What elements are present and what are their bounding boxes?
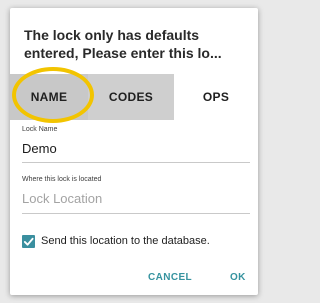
tab-bar: NAME CODES OPS: [10, 74, 258, 120]
dialog-actions: CANCEL OK: [10, 272, 258, 288]
send-location-label: Send this location to the database.: [41, 235, 210, 247]
tab-name[interactable]: NAME: [10, 74, 88, 120]
dialog-title: The lock only has defaults entered, Plea…: [24, 26, 252, 62]
tab-codes[interactable]: CODES: [88, 74, 174, 120]
location-input[interactable]: [22, 186, 248, 210]
location-label: Where this lock is located: [22, 176, 102, 183]
send-location-row[interactable]: Send this location to the database.: [22, 232, 258, 250]
lock-name-input[interactable]: [22, 136, 248, 160]
cancel-button[interactable]: CANCEL: [148, 272, 192, 283]
dialog-title-line-2: entered, Please enter this lo...: [24, 45, 222, 61]
tab-ops[interactable]: OPS: [174, 74, 258, 120]
dialog-title-line-1: The lock only has defaults: [24, 27, 200, 43]
send-location-checkbox[interactable]: [22, 234, 35, 248]
location-underline: [22, 213, 250, 214]
ok-button[interactable]: OK: [230, 272, 246, 283]
lock-dialog: The lock only has defaults entered, Plea…: [10, 8, 258, 295]
checkmark-icon: [23, 237, 34, 246]
lock-name-label: Lock Name: [22, 126, 58, 133]
lock-name-underline: [22, 162, 250, 163]
